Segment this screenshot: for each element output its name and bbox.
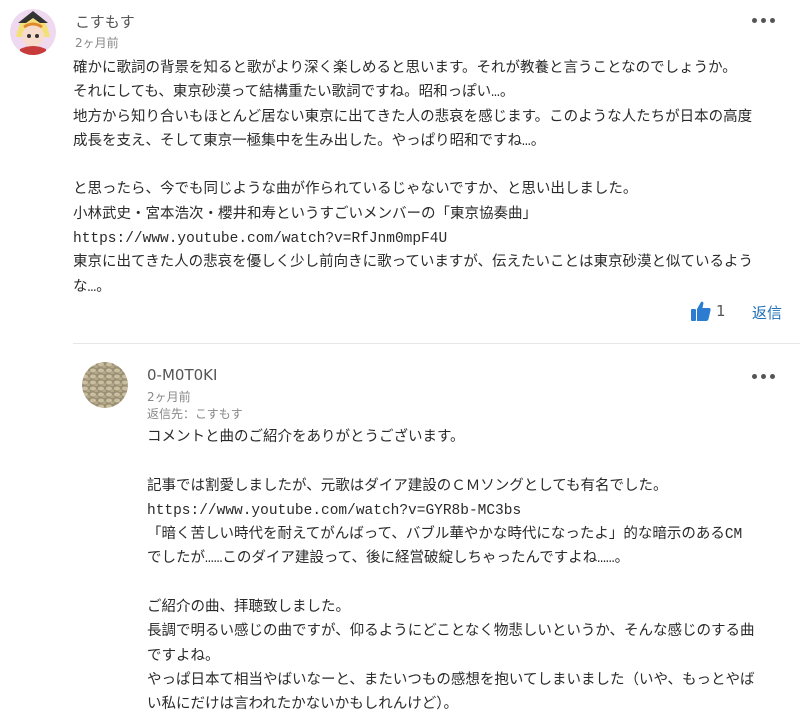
more-options-icon[interactable] xyxy=(752,371,776,381)
reply-to-label[interactable]: 返信先：こすもす xyxy=(147,405,243,422)
reply-body: コメントと曲のご紹介をありがとうございます。 記事では割愛しましたが、元歌はダイ… xyxy=(147,430,755,714)
reply-button[interactable]: 返信 xyxy=(752,302,782,323)
comment-body: 確かに歌詞の背景を知ると歌がより深く楽しめると思います。それが教養と言うことなの… xyxy=(73,61,754,296)
more-options-icon[interactable] xyxy=(752,15,776,25)
comment: こすもす 2ヶ月前 確かに歌詞の背景を知ると歌がより深く楽しめると思います。それ… xyxy=(0,0,800,345)
avatar[interactable] xyxy=(10,9,56,55)
thumbs-up-icon[interactable] xyxy=(690,300,712,322)
reply-comment: 0-M0T0KI 2ヶ月前 返信先：こすもす コメントと曲のご紹介をありがとうご… xyxy=(0,345,800,713)
like-count: 1 xyxy=(716,302,726,320)
avatar[interactable] xyxy=(82,362,128,408)
comment-timestamp[interactable]: 2ヶ月前 xyxy=(75,34,119,51)
reply-timestamp[interactable]: 2ヶ月前 xyxy=(147,388,191,405)
divider xyxy=(73,343,800,344)
comment-author[interactable]: こすもす xyxy=(75,11,135,32)
reply-author[interactable]: 0-M0T0KI xyxy=(147,366,217,384)
